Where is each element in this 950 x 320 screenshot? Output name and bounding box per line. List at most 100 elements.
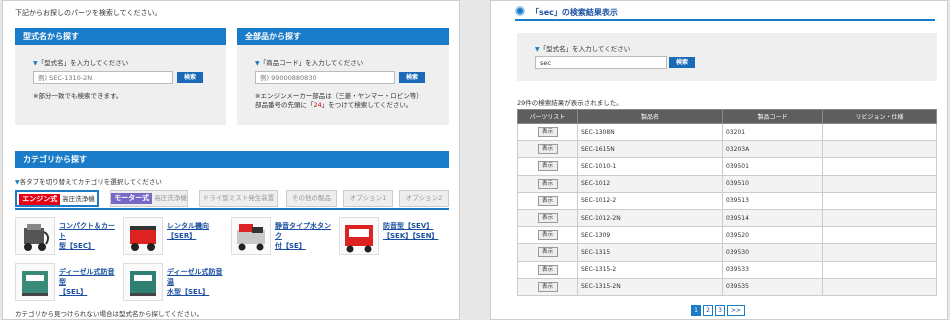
model-search-button[interactable]: 検索 <box>177 72 203 83</box>
category-tabs: エンジン式 高圧洗浄機 モーター式 高圧洗浄機 ドライ型ミスト発生装置 その他の製品… <box>15 190 449 210</box>
table-header-row: パーツリスト 製品名 製品コード リビジョン・仕様 <box>517 109 937 124</box>
category-item[interactable]: ディーゼル式防音型 【SEL】 <box>15 263 115 303</box>
col-revision: リビジョン・仕様 <box>822 109 937 124</box>
revision <box>822 243 937 262</box>
tab-label: 高圧洗浄機 <box>154 194 187 202</box>
part-search-box: ▼「商品コード」を入力してください 検索 ※エンジンメーカー部品は（三菱・ヤンマ… <box>237 45 449 125</box>
product-code: 039510 <box>722 174 823 193</box>
category-name[interactable]: 静音タイプ水タンク 付【SE】 <box>275 221 335 251</box>
page-1-link[interactable]: 1 <box>691 305 701 316</box>
show-button[interactable]: 表示 <box>537 247 558 258</box>
tab-dry-mist[interactable]: ドライ型ミスト発生装置 <box>199 190 278 207</box>
results-search-button[interactable]: 検索 <box>669 57 695 68</box>
category-item[interactable]: 防音型【SEV】 【SEK】【SEN】 <box>339 217 438 257</box>
col-product-name: 製品名 <box>577 109 723 124</box>
category-item[interactable]: コンパクト＆カート 型【SEC】 <box>15 217 115 257</box>
engine-badge: エンジン式 <box>19 194 61 205</box>
radio-circle-icon <box>515 6 525 16</box>
category-footnote: カテゴリから見つけられない場合は型式名から探してください。 <box>15 310 204 318</box>
col-parts-list: パーツリスト <box>517 109 578 124</box>
product-code: 039533 <box>722 260 823 279</box>
table-row: 表示 SEC-1315-2N 039535 <box>517 277 937 296</box>
category-name[interactable]: コンパクト＆カート 型【SEC】 <box>59 221 119 251</box>
product-code: 039520 <box>722 226 823 245</box>
washer-image <box>15 217 55 255</box>
tab-underline <box>15 208 449 210</box>
tab-motor[interactable]: モーター式 高圧洗浄機 <box>110 190 188 207</box>
revision <box>822 208 937 228</box>
category-item[interactable]: ディーゼル式防音温 水型【SEL】 <box>123 263 223 303</box>
category-item[interactable]: 静音タイプ水タンク 付【SE】 <box>231 217 331 257</box>
product-name: SEC-1010-1 <box>577 157 723 176</box>
revision <box>822 277 937 296</box>
washer-image <box>231 217 271 255</box>
results-count: 29件の検索結果が表示されました。 <box>517 99 623 107</box>
revision <box>822 122 937 142</box>
show-button[interactable]: 表示 <box>537 144 558 155</box>
product-name: SEC-1012-2 <box>577 191 723 210</box>
results-search-box: ▼「型式名」を入力してください 検索 <box>517 33 937 81</box>
part-search-button[interactable]: 検索 <box>399 72 425 83</box>
product-name: SEC-1315-2 <box>577 260 723 279</box>
heading-underline <box>515 19 935 21</box>
product-code: 039501 <box>722 157 823 176</box>
search-results-panel: 「sec」の検索結果表示 ▼「型式名」を入力してください 検索 29件の検索結果… <box>490 0 948 320</box>
product-code: 03203A <box>722 140 823 159</box>
product-name: SEC-1615N <box>577 140 723 159</box>
note-line-2: 部品番号の先頭に「24」をつけて検索してください。 <box>255 101 413 109</box>
next-page-link[interactable]: >> <box>727 305 745 316</box>
show-button[interactable]: 表示 <box>537 161 558 172</box>
part-search-title: 全部品から探す <box>237 28 449 45</box>
category-item[interactable]: レンタル機向 【SER】 <box>123 217 218 257</box>
product-name: SEC-1012-2N <box>577 208 723 228</box>
tab-other-products[interactable]: その他の製品 <box>286 190 337 207</box>
table-row: 表示 SEC-1010-1 039501 <box>517 157 937 176</box>
revision <box>822 174 937 193</box>
tab-label: 高圧洗浄機 <box>62 195 95 203</box>
product-name: SEC-1308N <box>577 122 723 142</box>
model-search-hint: ▼「型式名」を入力してください <box>33 59 129 67</box>
show-button[interactable]: 表示 <box>537 195 558 206</box>
category-title: カテゴリから探す <box>15 151 449 168</box>
parts-search-panel: 下記からお探しのパーツを検索してください。 型式名から探す ▼「型式名」を入力し… <box>2 0 460 320</box>
model-search-note: ※部分一致でも検索できます。 <box>33 92 123 100</box>
show-button[interactable]: 表示 <box>537 127 558 138</box>
product-code: 039514 <box>722 208 823 228</box>
show-button[interactable]: 表示 <box>537 178 558 189</box>
table-row: 表示 SEC-1309 039520 <box>517 226 937 245</box>
model-search-box: ▼「型式名」を入力してください 検索 ※部分一致でも検索できます。 <box>15 45 226 125</box>
results-heading: 「sec」の検索結果表示 <box>531 8 618 17</box>
part-search-hint: ▼「商品コード」を入力してください <box>255 59 364 67</box>
page-3-link[interactable]: 3 <box>715 305 725 316</box>
category-name[interactable]: ディーゼル式防音温 水型【SEL】 <box>167 267 227 297</box>
tab-option-2[interactable]: オプション2 <box>399 190 449 207</box>
model-search-input[interactable] <box>33 71 173 84</box>
product-name: SEC-1315-2N <box>577 277 723 296</box>
revision <box>822 226 937 245</box>
show-button[interactable]: 表示 <box>537 281 558 292</box>
table-row: 表示 SEC-1615N 03203A <box>517 140 937 159</box>
product-code: 03201 <box>722 122 823 142</box>
show-button[interactable]: 表示 <box>537 230 558 241</box>
show-button[interactable]: 表示 <box>537 213 558 224</box>
page-2-link[interactable]: 2 <box>703 305 713 316</box>
part-search-note: ※エンジンメーカー部品は（三菱・ヤンマー・ロビン等） 部品番号の先頭に「24」を… <box>255 92 423 110</box>
table-row: 表示 SEC-1308N 03201 <box>517 122 937 142</box>
motor-badge: モーター式 <box>111 193 153 204</box>
product-code: 039530 <box>722 243 823 262</box>
category-name[interactable]: 防音型【SEV】 【SEK】【SEN】 <box>383 221 443 241</box>
table-row: 表示 SEC-1315-2 039533 <box>517 260 937 279</box>
table-row: 表示 SEC-1012-2 039513 <box>517 191 937 210</box>
tab-engine[interactable]: エンジン式 高圧洗浄機 <box>15 190 99 207</box>
results-search-input[interactable] <box>535 56 667 69</box>
col-product-code: 製品コード <box>722 109 823 124</box>
revision <box>822 157 937 176</box>
show-button[interactable]: 表示 <box>537 264 558 275</box>
category-hint: ▼各タブを切り替えてカテゴリを選択してください <box>15 178 162 186</box>
tab-option-1[interactable]: オプション1 <box>343 190 393 207</box>
category-name[interactable]: レンタル機向 【SER】 <box>167 221 227 241</box>
part-search-input[interactable] <box>255 71 395 84</box>
category-name[interactable]: ディーゼル式防音型 【SEL】 <box>59 267 119 297</box>
results-table: パーツリスト 製品名 製品コード リビジョン・仕様 表示 SEC-1308N 032… <box>517 109 937 296</box>
revision <box>822 191 937 210</box>
